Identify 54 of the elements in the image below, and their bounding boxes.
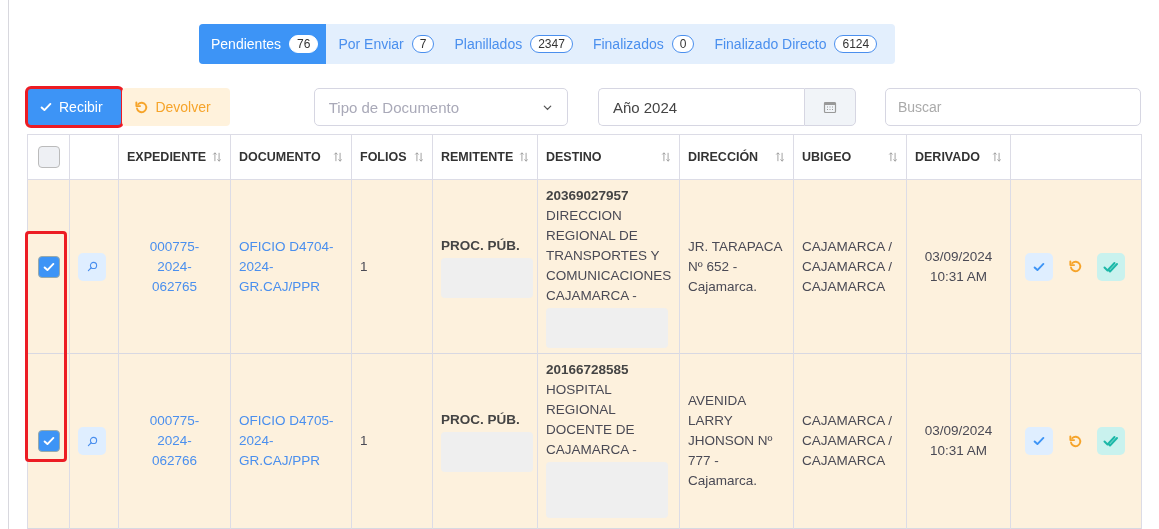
column-header[interactable]: DOCUMENTO bbox=[239, 150, 321, 164]
table-cell-text: PROC. PÚB. bbox=[441, 236, 521, 255]
check-icon bbox=[1032, 434, 1046, 448]
undo-icon bbox=[134, 99, 150, 115]
tab[interactable]: Finalizado Directo 6124 bbox=[702, 24, 886, 64]
view-button[interactable] bbox=[78, 427, 106, 455]
count-badge: 0 bbox=[671, 35, 695, 53]
table-cell-text: 03/09/2024 10:31 AM bbox=[923, 422, 994, 460]
table-cell-text: 20369027957 bbox=[546, 187, 630, 205]
table-cell-text: PROC. PÚB. bbox=[441, 411, 521, 429]
table-cell-text: HOSPITAL REGIONAL DOCENTE DE CAJAMARCA - bbox=[546, 381, 638, 459]
count-badge: 7 bbox=[411, 35, 435, 53]
table-cell-text: AVENIDA LARRY JHONSON Nº 777 - Cajamarca. bbox=[688, 392, 774, 490]
undo-icon bbox=[1067, 259, 1083, 274]
table-cell-text: DIRECCION REGIONAL DE TRANSPORTES Y COMUNICACIONES CAJAMARCA - bbox=[546, 207, 671, 305]
count-badge: 2347 bbox=[530, 35, 573, 53]
table-cell-text: 1 bbox=[360, 432, 369, 450]
calendar-icon bbox=[822, 100, 837, 114]
check-icon bbox=[39, 100, 53, 114]
search-icon bbox=[86, 435, 98, 447]
year-field[interactable]: Año 2024 bbox=[597, 88, 804, 126]
check-icon bbox=[41, 434, 56, 448]
row-checkbox[interactable] bbox=[37, 255, 60, 278]
receive-button[interactable] bbox=[1025, 252, 1053, 281]
table-cell-text: 1 bbox=[360, 257, 369, 276]
view-button[interactable] bbox=[78, 252, 106, 281]
tab[interactable]: Por Enviar 7 bbox=[326, 24, 443, 64]
finalize-button[interactable] bbox=[1097, 252, 1125, 281]
column-header[interactable]: UBIGEO bbox=[802, 150, 852, 164]
count-badge: 6124 bbox=[834, 35, 878, 53]
search-icon bbox=[86, 261, 98, 272]
tab[interactable]: Planillados 2347 bbox=[442, 24, 581, 64]
column-header[interactable]: FOLIOS bbox=[360, 150, 407, 164]
table-cell-text: JR. TARAPACA Nº 652 - Cajamarca. bbox=[688, 237, 784, 296]
table-cell-text: CAJAMARCA / CAJAMARCA / CAJAMARCA bbox=[802, 237, 894, 296]
table-cell-text: 03/09/2024 10:31 AM bbox=[923, 247, 994, 286]
column-header[interactable]: DERIVADO bbox=[915, 150, 981, 164]
column-header[interactable]: DIRECCIÓN bbox=[688, 150, 759, 164]
table-cell-text: 20166728585 bbox=[546, 361, 630, 379]
calendar-button[interactable] bbox=[803, 88, 856, 126]
tab[interactable]: Finalizados 0 bbox=[580, 24, 703, 64]
search-field[interactable]: Buscar bbox=[884, 88, 1141, 126]
select-all-checkbox[interactable] bbox=[37, 146, 60, 168]
receive-button[interactable] bbox=[1025, 427, 1053, 455]
column-header[interactable]: DESTINO bbox=[546, 150, 602, 164]
column-header[interactable]: EXPEDIENTE bbox=[127, 150, 207, 164]
tab[interactable]: Pendientes 76 bbox=[199, 24, 327, 64]
column-header[interactable]: REMITENTE bbox=[441, 150, 514, 164]
row-checkbox[interactable] bbox=[37, 430, 60, 452]
table-cell-text: CAJAMARCA / CAJAMARCA / CAJAMARCA bbox=[802, 412, 894, 470]
double-check-icon bbox=[1103, 433, 1119, 449]
count-badge: 76 bbox=[289, 35, 319, 53]
undo-icon bbox=[1067, 433, 1083, 449]
finalize-button[interactable] bbox=[1097, 427, 1125, 455]
